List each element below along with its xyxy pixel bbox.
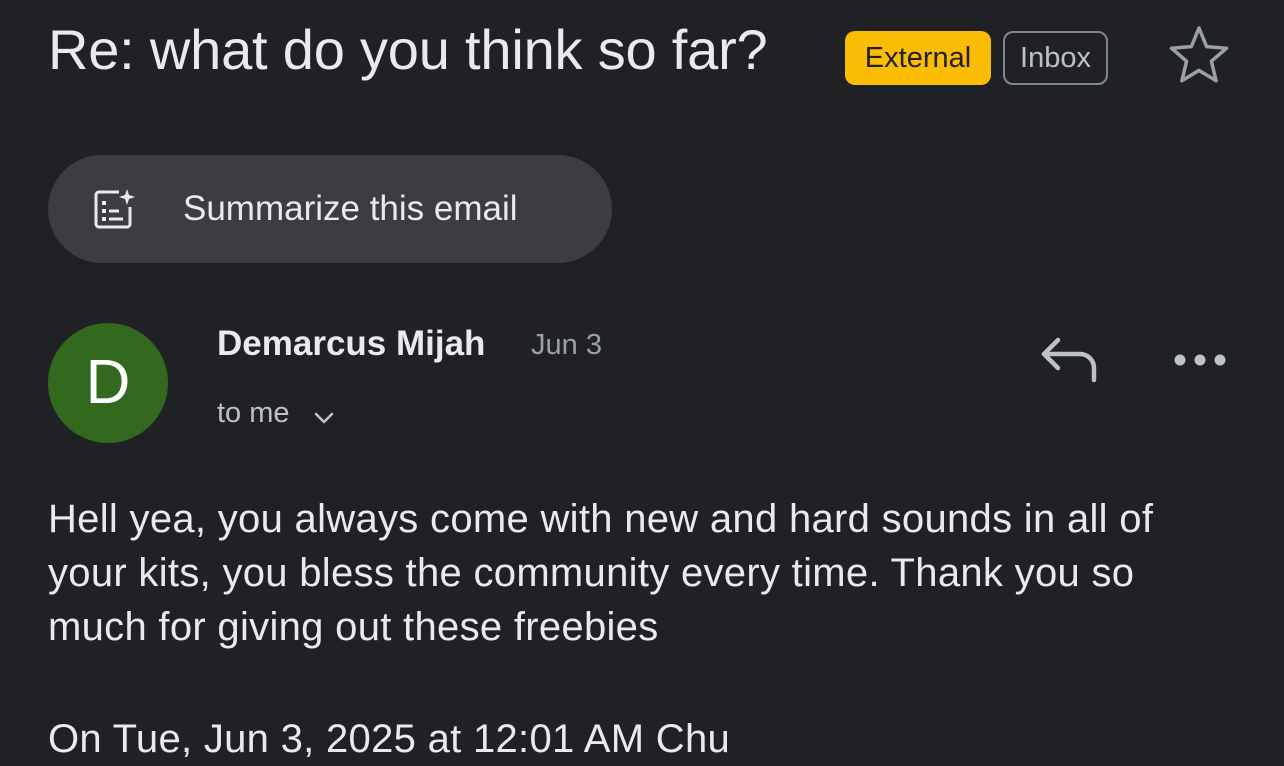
star-icon[interactable] bbox=[1166, 22, 1232, 88]
chevron-down-icon[interactable] bbox=[312, 406, 336, 430]
message-body: Hell yea, you always come with new and h… bbox=[48, 497, 1154, 649]
more-options-icon[interactable] bbox=[1170, 340, 1230, 380]
sender-avatar[interactable]: D bbox=[48, 323, 168, 443]
external-label: External bbox=[845, 31, 991, 85]
sender-name[interactable]: Demarcus Mijah bbox=[217, 322, 485, 366]
quoted-header: On Tue, Jun 3, 2025 at 12:01 AM Chu bbox=[48, 717, 731, 761]
email-view: Re: what do you think so far? External I… bbox=[0, 0, 1284, 766]
recipient-toggle[interactable]: to me bbox=[217, 393, 290, 433]
summarize-button[interactable]: Summarize this email bbox=[48, 155, 612, 263]
reply-icon[interactable] bbox=[1036, 330, 1100, 386]
summarize-label: Summarize this email bbox=[183, 189, 518, 228]
email-subject: Re: what do you think so far? bbox=[48, 18, 768, 81]
summarize-icon bbox=[94, 189, 135, 229]
message-date: Jun 3 bbox=[531, 329, 602, 361]
inbox-label[interactable]: Inbox bbox=[1003, 31, 1108, 85]
